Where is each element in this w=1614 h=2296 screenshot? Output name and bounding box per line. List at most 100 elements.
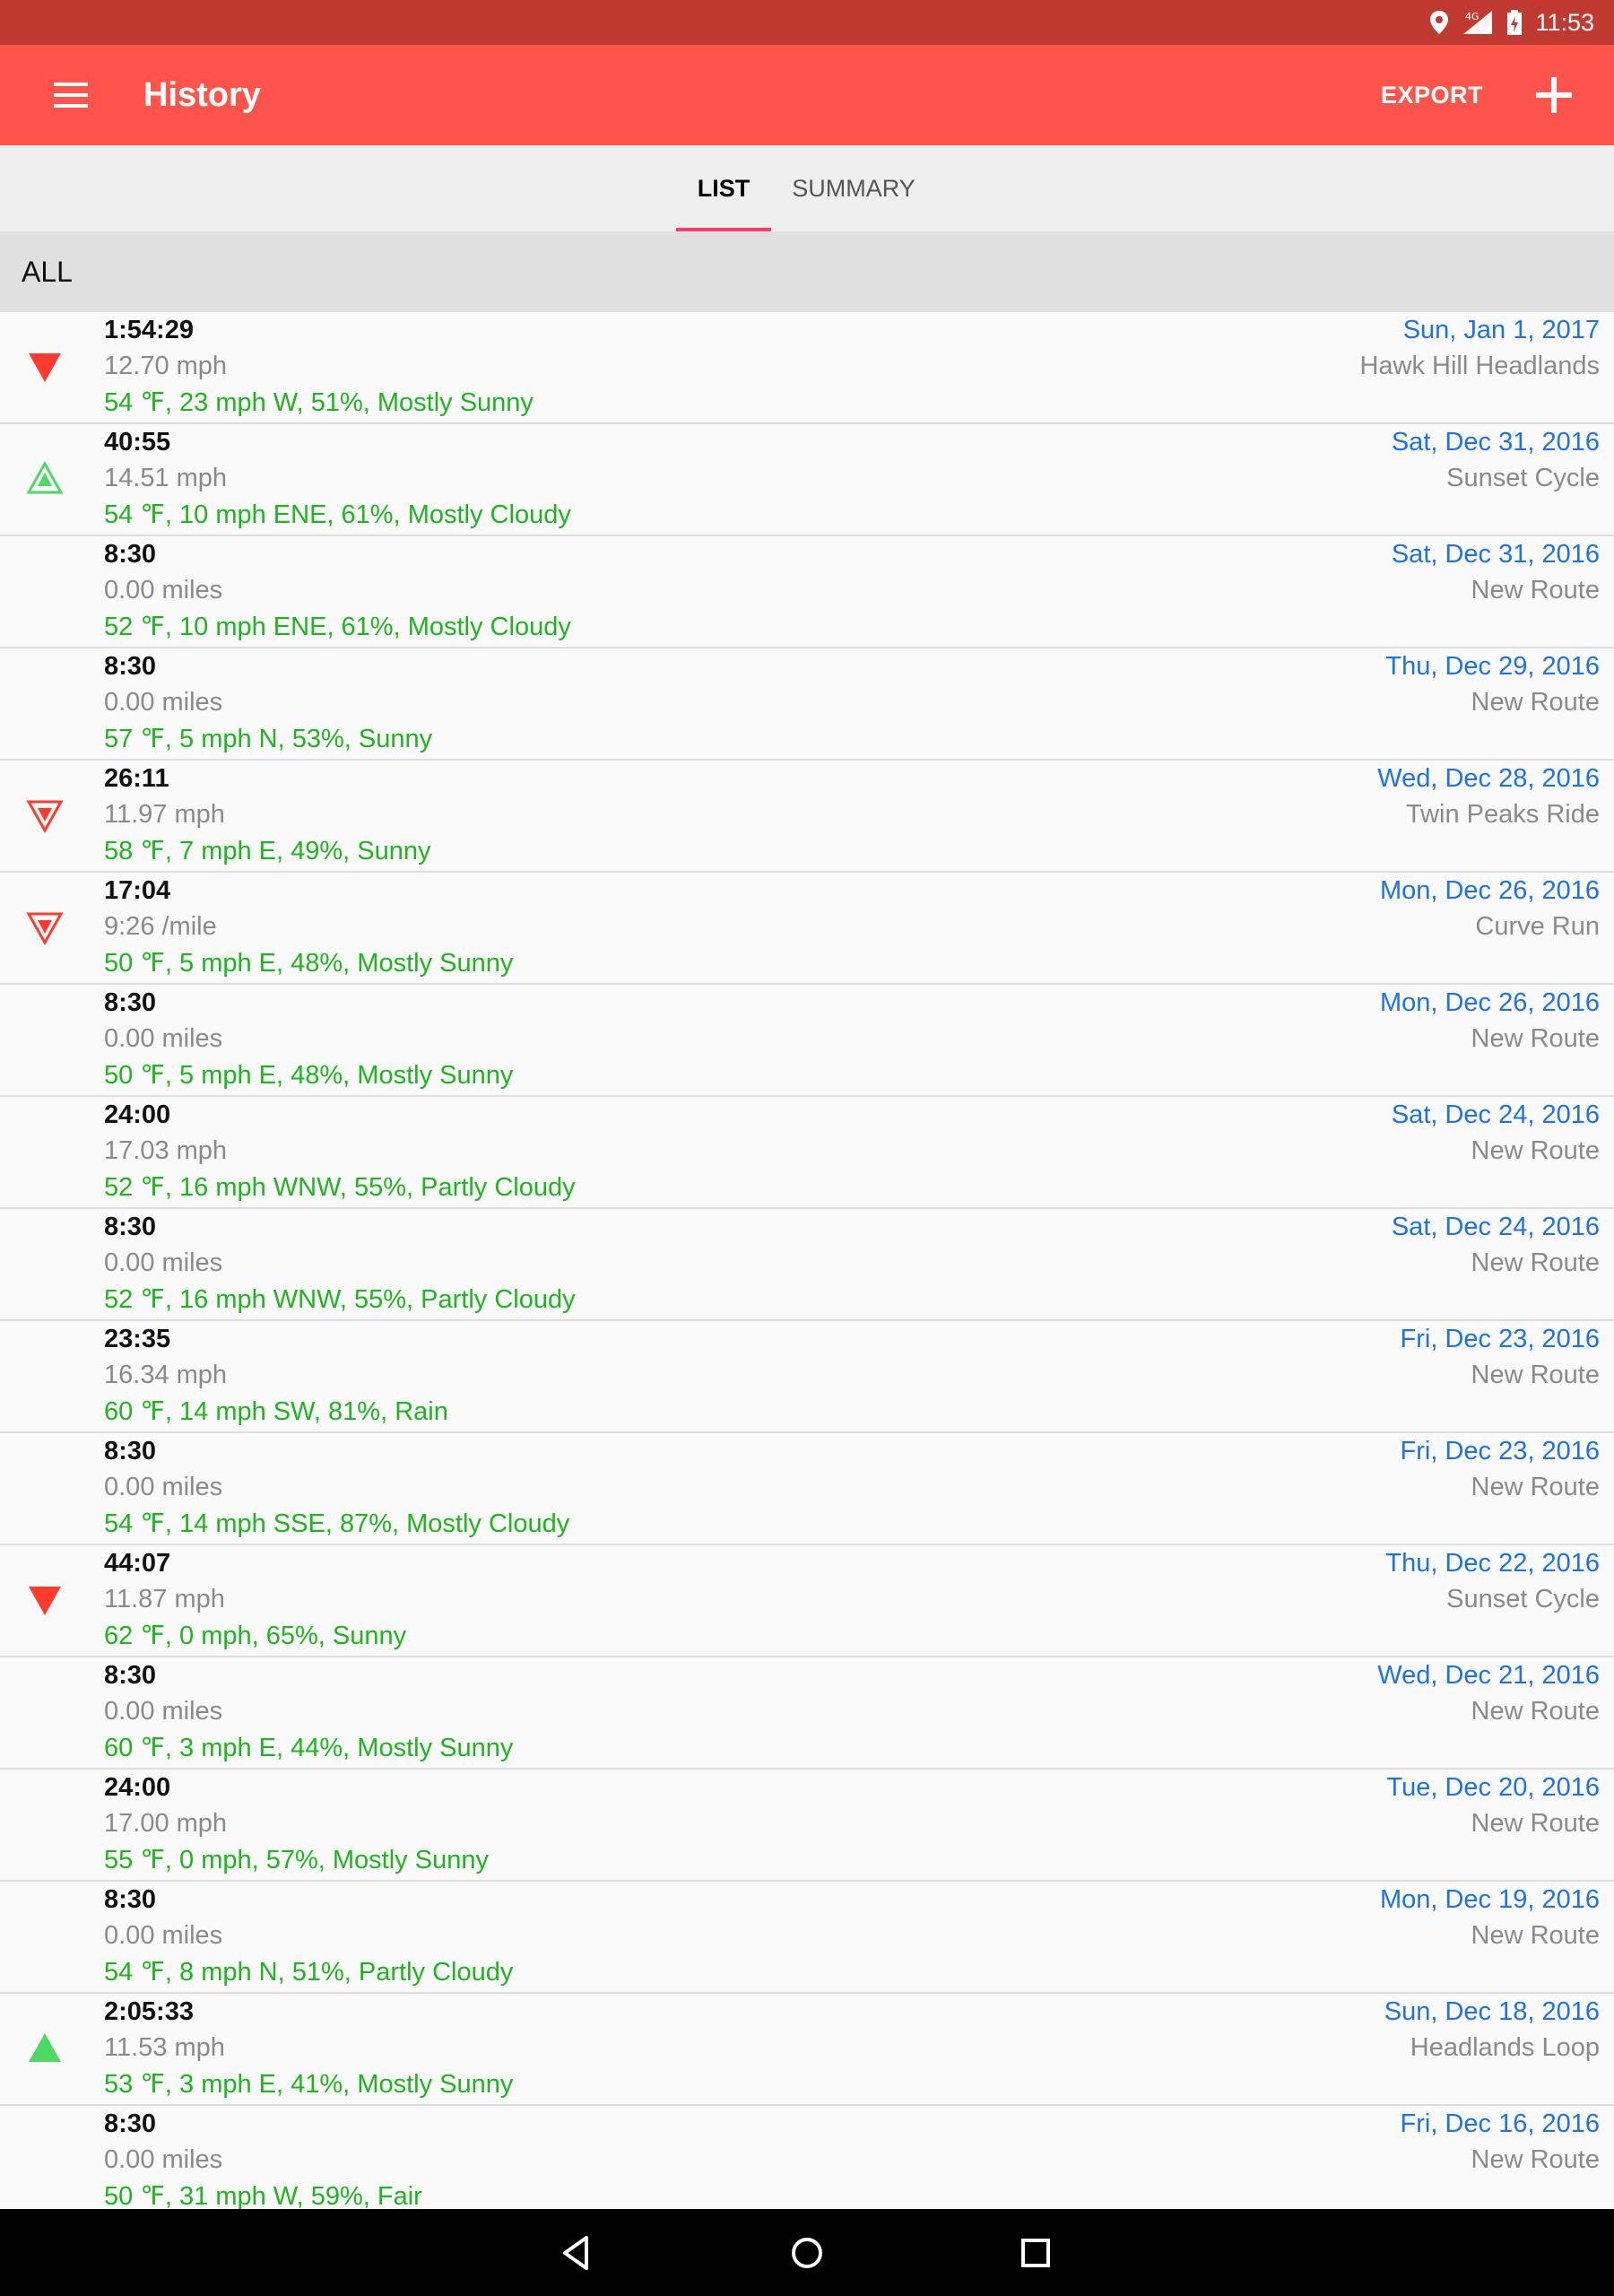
filter-header[interactable]: ALL (0, 231, 1614, 312)
history-row[interactable]: 1:54:29 12.70 mph 54 ℉, 23 mph W, 51%, Mos… (0, 312, 1614, 424)
row-date: Sun, Jan 1, 2017 (1402, 316, 1600, 344)
tab-list[interactable]: LIST (676, 145, 771, 231)
history-row[interactable]: 24:00 17.03 mph 52 ℉, 16 mph WNW, 55%, Par… (0, 1097, 1614, 1209)
row-date: Wed, Dec 28, 2016 (1377, 764, 1600, 793)
app-toolbar: History EXPORT (0, 45, 1614, 145)
row-metric: 9:26 /mile (104, 912, 217, 941)
history-row[interactable]: 8:30 0.00 miles 52 ℉, 16 mph WNW, 55%, Par… (0, 1209, 1614, 1321)
row-date: Sun, Dec 18, 2016 (1384, 1997, 1600, 2026)
row-weather: 54 ℉, 8 mph N, 51%, Partly Cloudy (104, 1958, 514, 1987)
status-time: 11:53 (1535, 8, 1594, 36)
history-row[interactable]: 44:07 11.87 mph 62 ℉, 0 mph, 65%, Sunny Thu… (0, 1545, 1614, 1657)
row-weather: 54 ℉, 14 mph SSE, 87%, Mostly Cloudy (104, 1509, 570, 1538)
tab-bar: LIST SUMMARY (0, 145, 1614, 231)
row-duration: 40:55 (104, 428, 171, 457)
row-duration: 26:11 (104, 764, 169, 793)
row-date: Fri, Dec 23, 2016 (1400, 1437, 1600, 1465)
svg-text:4G: 4G (1465, 11, 1480, 22)
row-date: Fri, Dec 16, 2016 (1400, 2109, 1600, 2138)
row-metric: 12.70 mph (104, 352, 228, 380)
row-weather: 54 ℉, 10 mph ENE, 61%, Mostly Cloudy (104, 500, 571, 529)
page-title: History (143, 76, 261, 114)
row-weather: 55 ℉, 0 mph, 57%, Mostly Sunny (104, 1846, 489, 1874)
history-row[interactable]: 8:30 0.00 miles 50 ℉, 5 mph E, 48%, Mostly… (0, 985, 1614, 1097)
row-weather: 50 ℉, 31 mph W, 59%, Fair (104, 2182, 422, 2211)
row-metric: 0.00 miles (104, 1248, 223, 1277)
trend-down-icon (29, 353, 61, 382)
row-date: Fri, Dec 23, 2016 (1400, 1325, 1600, 1353)
row-weather: 54 ℉, 23 mph W, 51%, Mostly Sunny (104, 388, 534, 417)
row-weather: 50 ℉, 5 mph E, 48%, Mostly Sunny (104, 1061, 514, 1090)
row-weather: 58 ℉, 7 mph E, 49%, Sunny (104, 837, 431, 865)
row-route: Sunset Cycle (1446, 1585, 1600, 1613)
row-route: Headlands Loop (1410, 2033, 1600, 2062)
row-metric: 11.97 mph (104, 800, 225, 829)
row-route: New Route (1471, 2145, 1600, 2174)
row-duration: 8:30 (104, 540, 157, 569)
row-date: Sat, Dec 24, 2016 (1391, 1100, 1600, 1129)
row-route: New Route (1471, 1473, 1600, 1501)
row-duration: 17:04 (104, 876, 171, 905)
history-row[interactable]: 24:00 17.00 mph 55 ℉, 0 mph, 57%, Mostly S… (0, 1770, 1614, 1882)
row-weather: 53 ℉, 3 mph E, 41%, Mostly Sunny (104, 2070, 514, 2099)
cell-signal-icon: 4G (1463, 11, 1493, 34)
history-row[interactable]: 23:35 16.34 mph 60 ℉, 14 mph SW, 81%, Rain… (0, 1321, 1614, 1433)
history-row[interactable]: 8:30 0.00 miles 54 ℉, 8 mph N, 51%, Partly… (0, 1882, 1614, 1994)
history-row[interactable]: 8:30 0.00 miles 54 ℉, 14 mph SSE, 87%, Mos… (0, 1433, 1614, 1545)
row-date: Sat, Dec 31, 2016 (1391, 540, 1600, 569)
row-duration: 8:30 (104, 1437, 157, 1465)
row-date: Sat, Dec 24, 2016 (1391, 1213, 1600, 1241)
row-metric: 0.00 miles (104, 1473, 223, 1501)
row-weather: 57 ℉, 5 mph N, 53%, Sunny (104, 725, 433, 753)
battery-charging-icon (1507, 10, 1523, 35)
row-duration: 24:00 (104, 1773, 171, 1802)
row-metric: 14.51 mph (104, 464, 228, 492)
history-row[interactable]: 40:55 14.51 mph 54 ℉, 10 mph ENE, 61%, Mos… (0, 424, 1614, 536)
recents-icon[interactable] (1013, 2231, 1058, 2275)
row-date: Mon, Dec 26, 2016 (1379, 876, 1600, 905)
history-row[interactable]: 17:04 9:26 /mile 50 ℉, 5 mph E, 48%, Mostl… (0, 873, 1614, 985)
trend-down-outline-icon (26, 800, 64, 834)
row-weather: 60 ℉, 14 mph SW, 81%, Rain (104, 1397, 448, 1426)
history-row[interactable]: 8:30 0.00 miles 50 ℉, 31 mph W, 59%, Fair F… (0, 2106, 1614, 2218)
tab-summary[interactable]: SUMMARY (780, 145, 927, 231)
row-metric: 17.03 mph (104, 1136, 228, 1165)
row-date: Mon, Dec 26, 2016 (1379, 988, 1600, 1017)
row-weather: 52 ℉, 16 mph WNW, 55%, Partly Cloudy (104, 1173, 576, 1202)
row-metric: 0.00 miles (104, 2145, 223, 2174)
row-metric: 17.00 mph (104, 1809, 228, 1838)
trend-up-icon (29, 2033, 61, 2062)
history-row[interactable]: 26:11 11.97 mph 58 ℉, 7 mph E, 49%, Sunny W… (0, 761, 1614, 873)
history-row[interactable]: 2:05:33 11.53 mph 53 ℉, 3 mph E, 41%, Most… (0, 1994, 1614, 2106)
row-metric: 0.00 miles (104, 1921, 223, 1950)
add-icon[interactable] (1529, 70, 1579, 120)
back-icon[interactable] (556, 2231, 601, 2275)
home-icon[interactable] (785, 2231, 829, 2275)
row-metric: 0.00 miles (104, 576, 223, 604)
row-duration: 8:30 (104, 1885, 157, 1914)
row-metric: 16.34 mph (104, 1361, 228, 1389)
trend-up-outline-icon (26, 460, 64, 494)
row-date: Mon, Dec 19, 2016 (1379, 1885, 1600, 1914)
navigation-bar (0, 2209, 1614, 2296)
history-row[interactable]: 8:30 0.00 miles 60 ℉, 3 mph E, 44%, Mostly… (0, 1657, 1614, 1770)
history-row[interactable]: 8:30 0.00 miles 57 ℉, 5 mph N, 53%, Sunny T… (0, 648, 1614, 761)
row-weather: 62 ℉, 0 mph, 65%, Sunny (104, 1622, 407, 1650)
location-icon (1430, 11, 1449, 34)
trend-down-outline-icon (26, 912, 64, 946)
row-metric: 0.00 miles (104, 1024, 223, 1053)
history-list: 1:54:29 12.70 mph 54 ℉, 23 mph W, 51%, Mos… (0, 312, 1614, 2218)
row-date: Tue, Dec 20, 2016 (1386, 1773, 1600, 1802)
row-route: New Route (1471, 1136, 1600, 1165)
row-duration: 23:35 (104, 1325, 171, 1353)
row-route: Twin Peaks Ride (1406, 800, 1600, 829)
row-route: New Route (1471, 1248, 1600, 1277)
row-duration: 8:30 (104, 988, 157, 1017)
row-date: Wed, Dec 21, 2016 (1377, 1661, 1600, 1690)
row-metric: 11.87 mph (104, 1585, 225, 1613)
history-row[interactable]: 8:30 0.00 miles 52 ℉, 10 mph ENE, 61%, Mos… (0, 536, 1614, 648)
menu-icon[interactable] (41, 72, 95, 118)
row-date: Sat, Dec 31, 2016 (1391, 428, 1600, 457)
row-route: New Route (1471, 1361, 1600, 1389)
export-button[interactable]: EXPORT (1381, 45, 1483, 145)
